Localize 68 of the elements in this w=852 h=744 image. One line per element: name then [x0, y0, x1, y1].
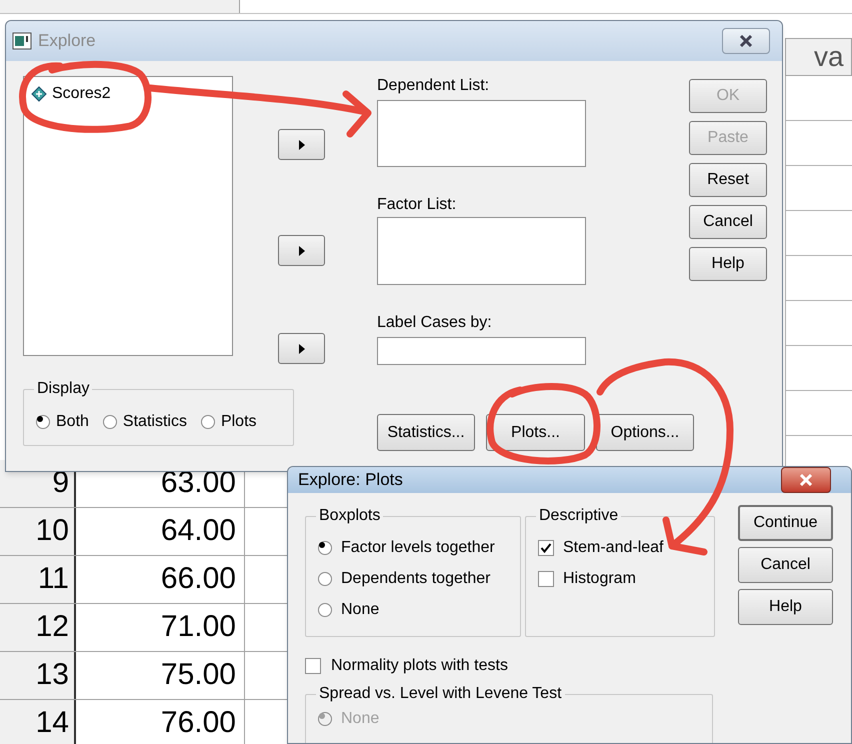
close-icon — [739, 35, 753, 47]
arrow-right-icon — [298, 140, 304, 150]
button[interactable]: Statistics... — [377, 414, 475, 451]
table-cell — [785, 76, 852, 121]
group-title: Boxplots — [316, 506, 384, 526]
variable-list[interactable]: Scores2 — [23, 76, 233, 356]
group-title: Spread vs. Level with Levene Test — [316, 684, 565, 704]
arrow-right-icon — [298, 344, 304, 354]
table-cell — [785, 346, 852, 391]
option-label: Factor levels together — [341, 538, 495, 558]
close-button[interactable] — [722, 28, 770, 54]
group-title: Descriptive — [536, 506, 622, 526]
column-header: va — [785, 38, 852, 76]
option-label: Statistics — [122, 412, 187, 432]
list-item[interactable]: Scores2 — [27, 80, 115, 108]
radio-button[interactable] — [318, 541, 332, 555]
option-label: Both — [56, 412, 89, 432]
dependent-list[interactable] — [377, 100, 586, 167]
button[interactable]: Continue — [738, 505, 833, 541]
button[interactable]: Help — [738, 589, 833, 625]
table-cell — [785, 256, 852, 301]
input-field[interactable] — [377, 337, 586, 365]
move-button[interactable] — [278, 235, 325, 266]
button[interactable]: Plots... — [486, 414, 585, 451]
checkbox[interactable] — [538, 540, 554, 556]
arrow-right-icon — [298, 246, 304, 256]
field-label: Dependent List: — [377, 76, 490, 96]
app-icon — [12, 32, 32, 50]
button[interactable]: Reset — [689, 163, 767, 197]
close-icon — [799, 474, 813, 486]
window-title: Explore: Plots — [298, 469, 403, 492]
option-label: None — [341, 709, 380, 729]
table-cell — [785, 121, 852, 166]
option-label: Plots — [220, 412, 257, 432]
table-cell — [785, 391, 852, 436]
option-label: Stem-and-leaf — [563, 538, 664, 558]
button[interactable]: Options... — [596, 414, 694, 451]
move-button[interactable] — [278, 333, 325, 364]
table-cell — [785, 166, 852, 211]
table-cell — [785, 301, 852, 346]
radio-button[interactable] — [102, 414, 117, 428]
row-number: 12 — [0, 604, 76, 651]
factor-list[interactable] — [377, 217, 586, 285]
close-button[interactable] — [781, 467, 831, 493]
row-number: 11 — [0, 556, 76, 603]
table-cell — [785, 211, 852, 256]
button[interactable]: Help — [689, 247, 767, 281]
field-label: Label Cases by: — [377, 313, 493, 333]
checkbox[interactable] — [305, 658, 321, 674]
option-label: None — [341, 600, 380, 620]
button[interactable]: Cancel — [689, 205, 767, 239]
checkbox[interactable] — [538, 571, 554, 587]
group-title: Display — [34, 379, 92, 399]
scale-variable-icon — [31, 86, 47, 102]
option-label: Dependents together — [341, 569, 490, 589]
option-label: Histogram — [563, 569, 636, 589]
radio-button[interactable] — [36, 414, 50, 428]
row-number: 14 — [0, 700, 76, 744]
row-number: 10 — [0, 508, 76, 555]
window-title: Explore — [38, 30, 96, 52]
radio-button[interactable] — [318, 572, 332, 586]
radio-button[interactable] — [318, 603, 332, 617]
field-label: Factor List: — [377, 195, 458, 215]
option-label: Normality plots with tests — [331, 656, 508, 676]
row-number: 13 — [0, 652, 76, 699]
radio-button[interactable] — [200, 414, 215, 428]
move-button[interactable] — [278, 129, 325, 160]
button[interactable]: Cancel — [738, 547, 833, 583]
